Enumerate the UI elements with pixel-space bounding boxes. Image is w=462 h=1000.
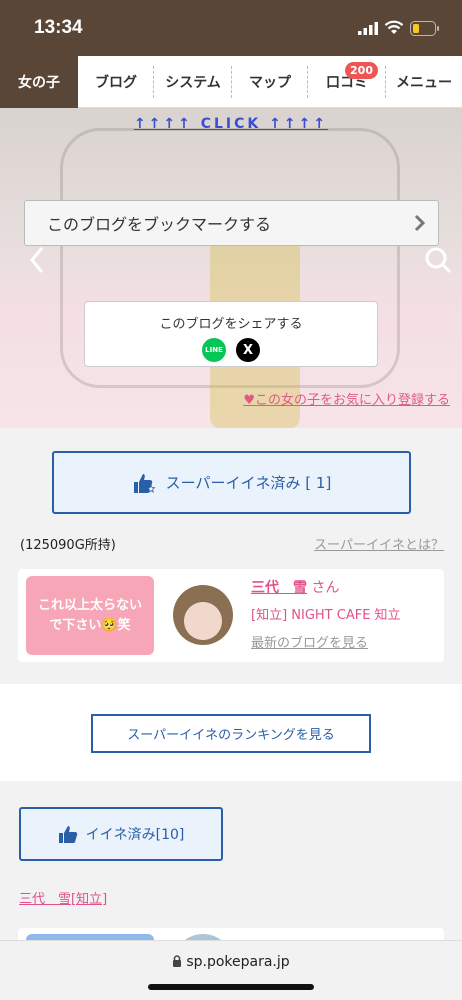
chevron-right-icon [414,214,426,232]
bookmark-label: このブログをブックマークする [47,215,272,234]
favorite-link[interactable]: ♥この女の子をお気に入り登録する [243,389,450,408]
share-box: このブログをシェアする LINE X [84,301,378,367]
lock-icon [173,955,182,967]
line-share-icon[interactable]: LINE [202,338,226,362]
hero-background [0,108,462,428]
nav-item-map[interactable]: マップ [232,56,308,108]
bookmark-button[interactable]: このブログをブックマークする [24,200,439,246]
reviews-count-badge: 200 [345,62,378,79]
super-like-help-link[interactable]: スーパーイイネとは？ [314,534,444,553]
browser-url-bar[interactable]: sp.pokepara.jp [0,940,462,1000]
click-link[interactable]: ↑↑↑↑ CLICK ↑↑↑↑ [0,116,462,132]
battery-icon [410,21,439,36]
x-share-icon[interactable]: X [236,338,260,362]
nav-item-blog[interactable]: ブログ [78,56,154,108]
latest-blog-link[interactable]: 最新のブログを見る [251,632,368,651]
profile-card: これ以上太らない で下さい🥺笑 三代 雪 さん [知立] NIGHT CAFE … [18,569,444,662]
chevron-left-icon[interactable] [28,246,46,274]
home-indicator[interactable] [148,984,314,990]
nav-label: マップ [249,75,291,91]
search-icon[interactable] [424,246,452,274]
gold-owned: (125090G所持) [20,538,116,553]
nav-label: ブログ [95,75,137,91]
nav-label: システム [165,75,221,91]
status-bar: 13:34 [0,0,462,56]
profile-name: 三代 雪 さん [251,577,339,597]
avatar[interactable] [173,585,233,645]
url-display: sp.pokepara.jp [0,954,462,970]
super-like-label: スーパーイイネ済み [ 1] [165,474,332,492]
nav-item-system[interactable]: システム [154,56,232,108]
like-button[interactable]: イイネ済み[10] [19,807,223,861]
wifi-icon [384,20,404,34]
thumbs-up-star-icon [133,473,156,493]
ranking-button[interactable]: スーパーイイネのランキングを見る [91,714,371,753]
nav-item-reviews[interactable]: 口コミ 200 [308,56,386,108]
ranking-label: スーパーイイネのランキングを見る [127,728,335,743]
top-nav: 女の子 ブログ システム マップ 口コミ 200 メニュー [0,56,462,108]
signal-icon [358,22,378,35]
profile-message: これ以上太らない で下さい🥺笑 [26,576,154,655]
like-label: イイネ済み[10] [85,827,185,843]
nav-item-girl[interactable]: 女の子 [0,56,78,108]
girl-tag-link[interactable]: 三代 雪[知立] [19,888,107,907]
super-like-button[interactable]: スーパーイイネ済み [ 1] [52,451,411,514]
share-label: このブログをシェアする [159,317,303,332]
profile-shop: [知立] NIGHT CAFE 知立 [251,608,401,623]
profile-name-link[interactable]: 三代 雪 [251,580,307,596]
status-time: 13:34 [34,17,83,38]
url-text: sp.pokepara.jp [186,954,290,970]
nav-label: 女の子 [18,75,60,91]
thumbs-up-icon [58,825,77,843]
honorific: さん [311,580,340,596]
nav-label: メニュー [396,75,452,91]
nav-item-menu[interactable]: メニュー [386,56,462,108]
